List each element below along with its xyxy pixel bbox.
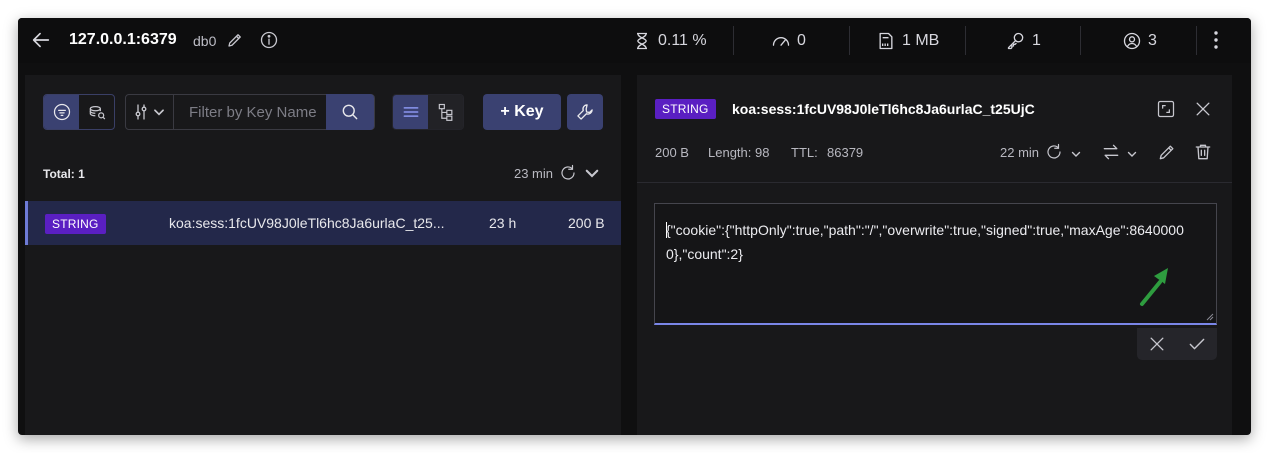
key-ttl: 23 h [489, 215, 517, 231]
chevron-down-icon[interactable] [583, 164, 601, 182]
resize-handle-icon[interactable] [1206, 313, 1214, 321]
key-list-panel: + Key Total: 1 23 min STRING koa:sess:1f… [25, 75, 621, 435]
close-icon[interactable] [1193, 99, 1213, 119]
clients-stat: 3 [1122, 18, 1157, 63]
gauge-icon [772, 36, 790, 46]
search-mode-button[interactable] [79, 95, 114, 129]
key-length: Length: 98 [708, 145, 770, 160]
key-name: koa:sess:1fcUV98J0leTl6hc8Ja6urlaC_t25..… [169, 215, 445, 231]
key-type-select[interactable] [126, 95, 174, 129]
convert-icon[interactable] [1101, 142, 1121, 162]
last-refresh: 22 min [1000, 145, 1040, 160]
app-window: 127.0.0.1:6379 db0 0.11 % 0 1 MB 1 3 Fil… [18, 18, 1251, 435]
last-refresh: 23 min [513, 165, 553, 181]
settings-sliders-icon [135, 104, 146, 120]
ttl-label: TTL: [791, 145, 818, 160]
list-view-icon [403, 107, 418, 117]
add-key-button[interactable]: + Key [483, 94, 561, 130]
close-icon[interactable] [1147, 334, 1167, 354]
key-source-toggle [43, 94, 115, 130]
chevron-down-icon [153, 109, 164, 116]
trash-icon[interactable] [1193, 142, 1213, 162]
ops-stat: 0 [771, 18, 806, 63]
keys-value: 1 [1032, 31, 1041, 49]
view-toggle [392, 94, 464, 130]
cpu-value: 0.11 % [658, 31, 707, 49]
divider [1080, 26, 1081, 55]
table-row[interactable]: STRING koa:sess:1fcUV98J0leTl6hc8Ja6urla… [25, 201, 621, 245]
search-button[interactable] [326, 94, 374, 130]
chevron-down-icon[interactable] [1126, 148, 1138, 160]
filter-input[interactable] [174, 95, 326, 129]
divider [637, 182, 1232, 183]
key-icon [1007, 32, 1024, 49]
search-icon [342, 104, 358, 120]
divider [849, 26, 850, 55]
value-editor[interactable]: {"cookie":{"httpOnly":true,"path":"/","o… [654, 203, 1217, 325]
back-arrow-icon[interactable] [30, 29, 52, 51]
cpu-stat: 0.11 % [632, 18, 707, 63]
key-details-panel: STRING koa:sess:1fcUV98J0leTl6hc8Ja6urla… [637, 75, 1232, 435]
divider [1196, 26, 1197, 55]
key-type-badge: STRING [45, 214, 106, 234]
divider [965, 26, 966, 55]
memory-stat: 1 MB [876, 18, 939, 63]
list-view-button[interactable] [393, 95, 428, 129]
wrench-icon [577, 104, 593, 120]
ttl-value[interactable]: 86379 [827, 145, 863, 160]
refresh-icon[interactable] [559, 164, 577, 182]
tools-button[interactable] [567, 94, 603, 130]
chevron-down-icon[interactable] [1070, 148, 1082, 160]
edit-actions [1137, 328, 1217, 360]
connection-host: 127.0.0.1:6379 [69, 31, 177, 48]
database-index: db0 [193, 33, 217, 49]
refresh-icon[interactable] [1045, 143, 1063, 161]
database-icon [89, 105, 105, 120]
memory-value: 1 MB [902, 31, 940, 49]
tree-view-icon [438, 103, 452, 121]
pencil-icon[interactable] [226, 31, 244, 49]
key-size: 200 B [568, 215, 605, 231]
keys-stat: 1 [1006, 18, 1041, 63]
filter-icon [53, 103, 70, 121]
divider [733, 26, 734, 55]
refresh-control: 23 min [514, 164, 601, 182]
top-bar: 127.0.0.1:6379 db0 0.11 % 0 1 MB 1 3 [18, 18, 1251, 63]
ops-value: 0 [797, 31, 806, 49]
check-icon[interactable] [1187, 334, 1207, 354]
filter-mode-button[interactable] [44, 95, 79, 129]
clients-value: 3 [1148, 31, 1157, 49]
kebab-icon[interactable] [1206, 29, 1226, 51]
hourglass-icon [637, 32, 647, 49]
key-type-badge: STRING [655, 99, 716, 119]
pencil-icon[interactable] [1157, 142, 1177, 162]
expand-icon[interactable] [1156, 99, 1176, 119]
annotation-arrow-icon [1140, 268, 1168, 306]
key-filter [125, 94, 375, 130]
info-icon[interactable] [259, 30, 279, 50]
tree-view-button[interactable] [428, 95, 463, 129]
total-keys: Total: 1 [43, 167, 85, 181]
key-size: 200 B [655, 145, 689, 160]
user-icon [1123, 32, 1141, 49]
value-text: {"cookie":{"httpOnly":true,"path":"/","o… [666, 222, 1184, 262]
memory-icon [879, 32, 893, 49]
key-name-title[interactable]: koa:sess:1fcUV98J0leTl6hc8Ja6urlaC_t25Uj… [732, 101, 1035, 117]
